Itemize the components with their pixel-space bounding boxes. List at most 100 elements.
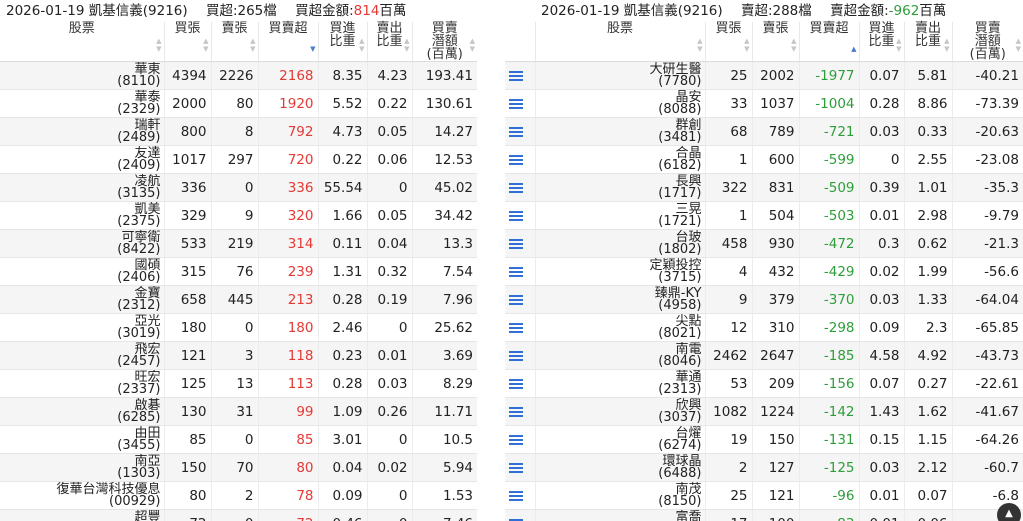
stock-cell[interactable]: 啟碁 (6285)	[0, 397, 164, 426]
stock-cell[interactable]: 國碩 (2406)	[0, 257, 164, 286]
stock-code[interactable]: (3135)	[0, 187, 160, 200]
col-header-buy[interactable]: 買張 ▲ ▼	[163, 22, 211, 62]
row-menu-cell[interactable]	[505, 453, 535, 482]
stock-name[interactable]: 超豐	[0, 511, 160, 521]
stock-code[interactable]: (1303)	[0, 467, 160, 480]
row-menu-cell[interactable]	[505, 481, 535, 510]
stock-cell[interactable]: 復華台灣科技優息 (00929)	[0, 481, 164, 510]
table-row[interactable]: 台玻 (1802) 458 930 -472 0.3 0.62 -21.3	[505, 229, 1023, 258]
table-row[interactable]: 合晶 (6182) 1 600 -599 0 2.55 -23.08	[505, 145, 1023, 174]
table-row[interactable]: 華泰 (2329) 2000 80 1920 5.52 0.22 130.61	[0, 89, 477, 118]
stock-cell[interactable]: 由田 (3455)	[0, 425, 164, 454]
stock-code[interactable]: (2329)	[0, 103, 160, 116]
stock-cell[interactable]: 南茂 (8150)	[534, 481, 705, 510]
row-menu-cell[interactable]	[505, 285, 535, 314]
stock-cell[interactable]: 合晶 (6182)	[534, 145, 705, 174]
list-icon[interactable]	[509, 405, 523, 419]
stock-name[interactable]: 富喬	[536, 511, 701, 521]
list-icon[interactable]	[509, 97, 523, 111]
stock-cell[interactable]: 旺宏 (2337)	[0, 369, 164, 398]
row-menu-cell[interactable]	[505, 257, 535, 286]
col-header-amount[interactable]: 買賣 潛額 (百萬) ▲ ▼	[411, 22, 477, 62]
stock-cell[interactable]: 友達 (2409)	[0, 145, 164, 174]
stock-code[interactable]: (3019)	[0, 327, 160, 340]
table-row[interactable]: 定穎投控 (3715) 4 432 -429 0.02 1.99 -56.6	[505, 257, 1023, 286]
stock-code[interactable]: (2457)	[0, 355, 160, 368]
table-row[interactable]: 超豐(2441)720720.4607.46	[0, 509, 477, 521]
stock-cell[interactable]: 凌航 (3135)	[0, 173, 164, 202]
table-row[interactable]: 旺宏 (2337) 125 13 113 0.28 0.03 8.29	[0, 369, 477, 398]
stock-code[interactable]: (8150)	[536, 495, 701, 508]
stock-code[interactable]: (8046)	[536, 355, 701, 368]
stock-cell[interactable]: 台燿 (6274)	[534, 425, 705, 454]
stock-code[interactable]: (2409)	[0, 159, 160, 172]
table-row[interactable]: 臻鼎-KY (4958) 9 379 -370 0.03 1.33 -64.04	[505, 285, 1023, 314]
stock-code[interactable]: (2375)	[0, 215, 160, 228]
stock-code[interactable]: (6182)	[536, 159, 701, 172]
table-row[interactable]: 亞光 (3019) 180 0 180 2.46 0 25.62	[0, 313, 477, 342]
stock-cell[interactable]: 尖點 (8021)	[534, 313, 705, 342]
stock-cell[interactable]: 大研生醫 (7780)	[534, 61, 705, 90]
stock-code[interactable]: (00929)	[0, 495, 161, 508]
list-icon[interactable]	[509, 349, 523, 363]
table-row[interactable]: 南電 (8046) 2462 2647 -185 4.58 4.92 -43.73	[505, 341, 1023, 370]
table-row[interactable]: 南亞 (1303) 150 70 80 0.04 0.02 5.94	[0, 453, 477, 482]
col-header-sell[interactable]: 賣張 ▲ ▼	[210, 22, 258, 62]
list-icon[interactable]	[509, 125, 523, 139]
col-header-buy-ratio[interactable]: 買進 比重 ▲ ▼	[858, 22, 904, 62]
table-row[interactable]: 南茂 (8150) 25 121 -96 0.01 0.07 -6.8	[505, 481, 1023, 510]
list-icon[interactable]	[509, 69, 523, 83]
table-row[interactable]: 飛宏 (2457) 121 3 118 0.23 0.01 3.69	[0, 341, 477, 370]
stock-cell[interactable]: 華泰 (2329)	[0, 89, 164, 118]
stock-code[interactable]: (6274)	[536, 439, 701, 452]
stock-cell[interactable]: 南亞 (1303)	[0, 453, 164, 482]
stock-code[interactable]: (1717)	[536, 187, 701, 200]
table-row[interactable]: 三晃 (1721) 1 504 -503 0.01 2.98 -9.79	[505, 201, 1023, 230]
stock-code[interactable]: (2406)	[0, 271, 160, 284]
row-menu-cell[interactable]	[505, 397, 535, 426]
stock-cell[interactable]: 環球晶 (6488)	[534, 453, 705, 482]
col-header-sell[interactable]: 賣張 ▲ ▼	[751, 22, 799, 62]
stock-cell[interactable]: 金寶 (2312)	[0, 285, 164, 314]
stock-cell[interactable]: 飛宏 (2457)	[0, 341, 164, 370]
stock-cell[interactable]: 凱美 (2375)	[0, 201, 164, 230]
stock-code[interactable]: (8422)	[0, 243, 160, 256]
col-header-stock[interactable]: 股票 ▲ ▼	[0, 22, 164, 62]
table-row[interactable]: 台燿 (6274) 19 150 -131 0.15 1.15 -64.26	[505, 425, 1023, 454]
row-menu-cell[interactable]	[505, 173, 535, 202]
row-menu-cell[interactable]	[505, 117, 535, 146]
stock-code[interactable]: (7780)	[536, 75, 701, 88]
list-icon[interactable]	[509, 293, 523, 307]
table-row[interactable]: 國碩 (2406) 315 76 239 1.31 0.32 7.54	[0, 257, 477, 286]
list-icon[interactable]	[509, 489, 523, 503]
list-icon[interactable]	[509, 433, 523, 447]
table-row[interactable]: 華東 (8110) 4394 2226 2168 8.35 4.23 193.41	[0, 61, 477, 90]
stock-code[interactable]: (2337)	[0, 383, 160, 396]
table-row[interactable]: 凌航 (3135) 336 0 336 55.54 0 45.02	[0, 173, 477, 202]
stock-code[interactable]: (3037)	[536, 411, 701, 424]
col-header-stock[interactable]: 股票 ▲ ▼	[534, 22, 705, 62]
stock-code[interactable]: (2313)	[536, 383, 701, 396]
list-icon[interactable]	[509, 461, 523, 475]
table-row[interactable]: 富喬(1815)17100-830.010.06-8.	[505, 509, 1023, 521]
stock-code[interactable]: (1721)	[536, 215, 701, 228]
table-row[interactable]: 華通 (2313) 53 209 -156 0.07 0.27 -22.61	[505, 369, 1023, 398]
table-row[interactable]: 友達 (2409) 1017 297 720 0.22 0.06 12.53	[0, 145, 477, 174]
list-icon[interactable]	[509, 377, 523, 391]
stock-cell[interactable]: 台玻 (1802)	[534, 229, 705, 258]
stock-cell[interactable]: 超豐(2441)	[0, 509, 164, 521]
stock-code[interactable]: (1802)	[536, 243, 701, 256]
list-icon[interactable]	[509, 153, 523, 167]
list-icon[interactable]	[509, 321, 523, 335]
table-row[interactable]: 大研生醫 (7780) 25 2002 -1977 0.07 5.81 -40.21	[505, 61, 1023, 90]
col-header-net[interactable]: 買賣超 ▲	[798, 22, 859, 62]
stock-code[interactable]: (8110)	[0, 75, 160, 88]
list-icon[interactable]	[509, 237, 523, 251]
row-menu-cell[interactable]	[505, 313, 535, 342]
table-row[interactable]: 可寧衛 (8422) 533 219 314 0.11 0.04 13.3	[0, 229, 477, 258]
stock-cell[interactable]: 富喬(1815)	[534, 509, 705, 521]
stock-code[interactable]: (3715)	[536, 271, 701, 284]
stock-cell[interactable]: 臻鼎-KY (4958)	[534, 285, 705, 314]
row-menu-cell[interactable]	[505, 509, 535, 521]
col-header-buy[interactable]: 買張 ▲ ▼	[704, 22, 752, 62]
